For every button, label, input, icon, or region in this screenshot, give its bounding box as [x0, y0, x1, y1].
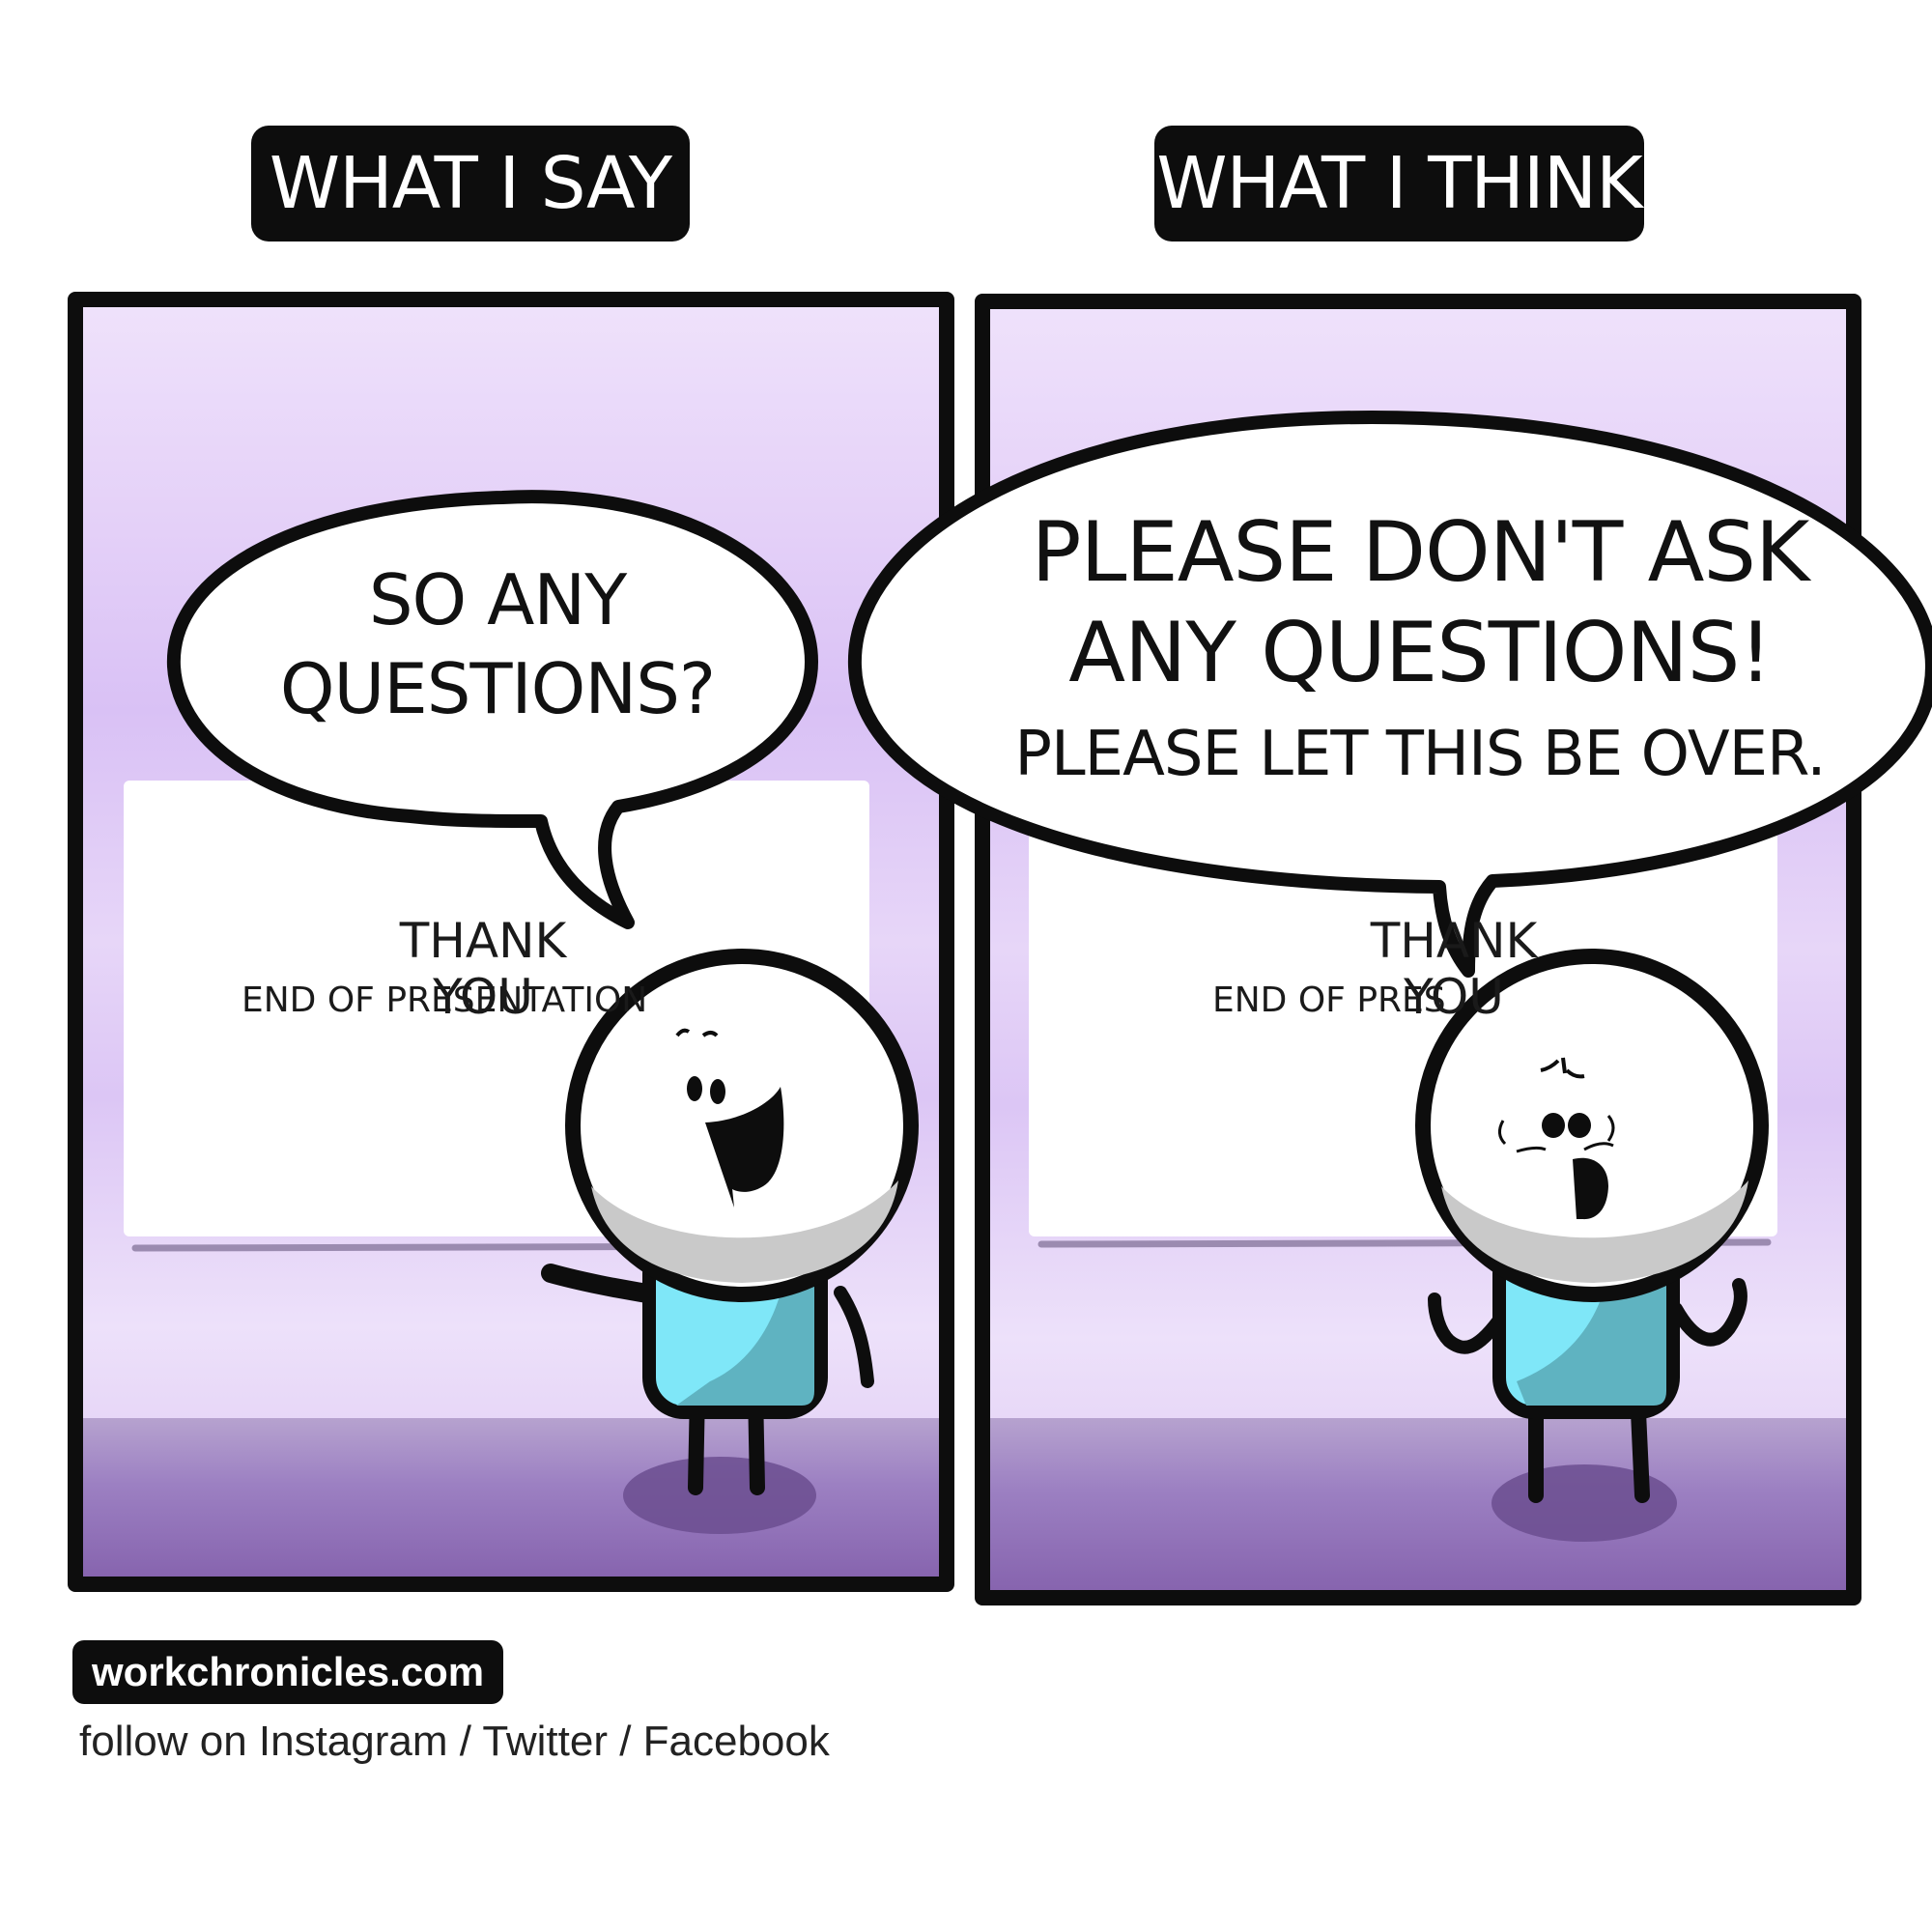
slide-subtitle-right: END OF PRESENTATION [1212, 980, 1444, 1020]
speech-line-3: PLEASE LET THIS BE OVER. [1014, 719, 1826, 790]
caption-text: WHAT I THINK [1156, 142, 1642, 225]
follow-text: follow on Instagram / Twitter / Facebook [79, 1718, 830, 1765]
speech-line-2: ANY QUESTIONS! [1068, 605, 1773, 701]
speech-text-left: SO ANY QUESTIONS? [279, 559, 716, 729]
caption-what-i-say: WHAT I SAY [251, 126, 690, 242]
speech-text-right: PLEASE DON'T ASK ANY QUESTIONS! PLEASE L… [995, 502, 1845, 802]
site-link[interactable]: workchronicles.com [72, 1640, 504, 1704]
speech-line-1: PLEASE DON'T ASK [1031, 504, 1810, 601]
caption-text: WHAT I SAY [269, 142, 672, 225]
slide-subtitle-left: END OF PRESENTATION [242, 980, 648, 1020]
caption-what-i-think: WHAT I THINK [1154, 126, 1644, 242]
